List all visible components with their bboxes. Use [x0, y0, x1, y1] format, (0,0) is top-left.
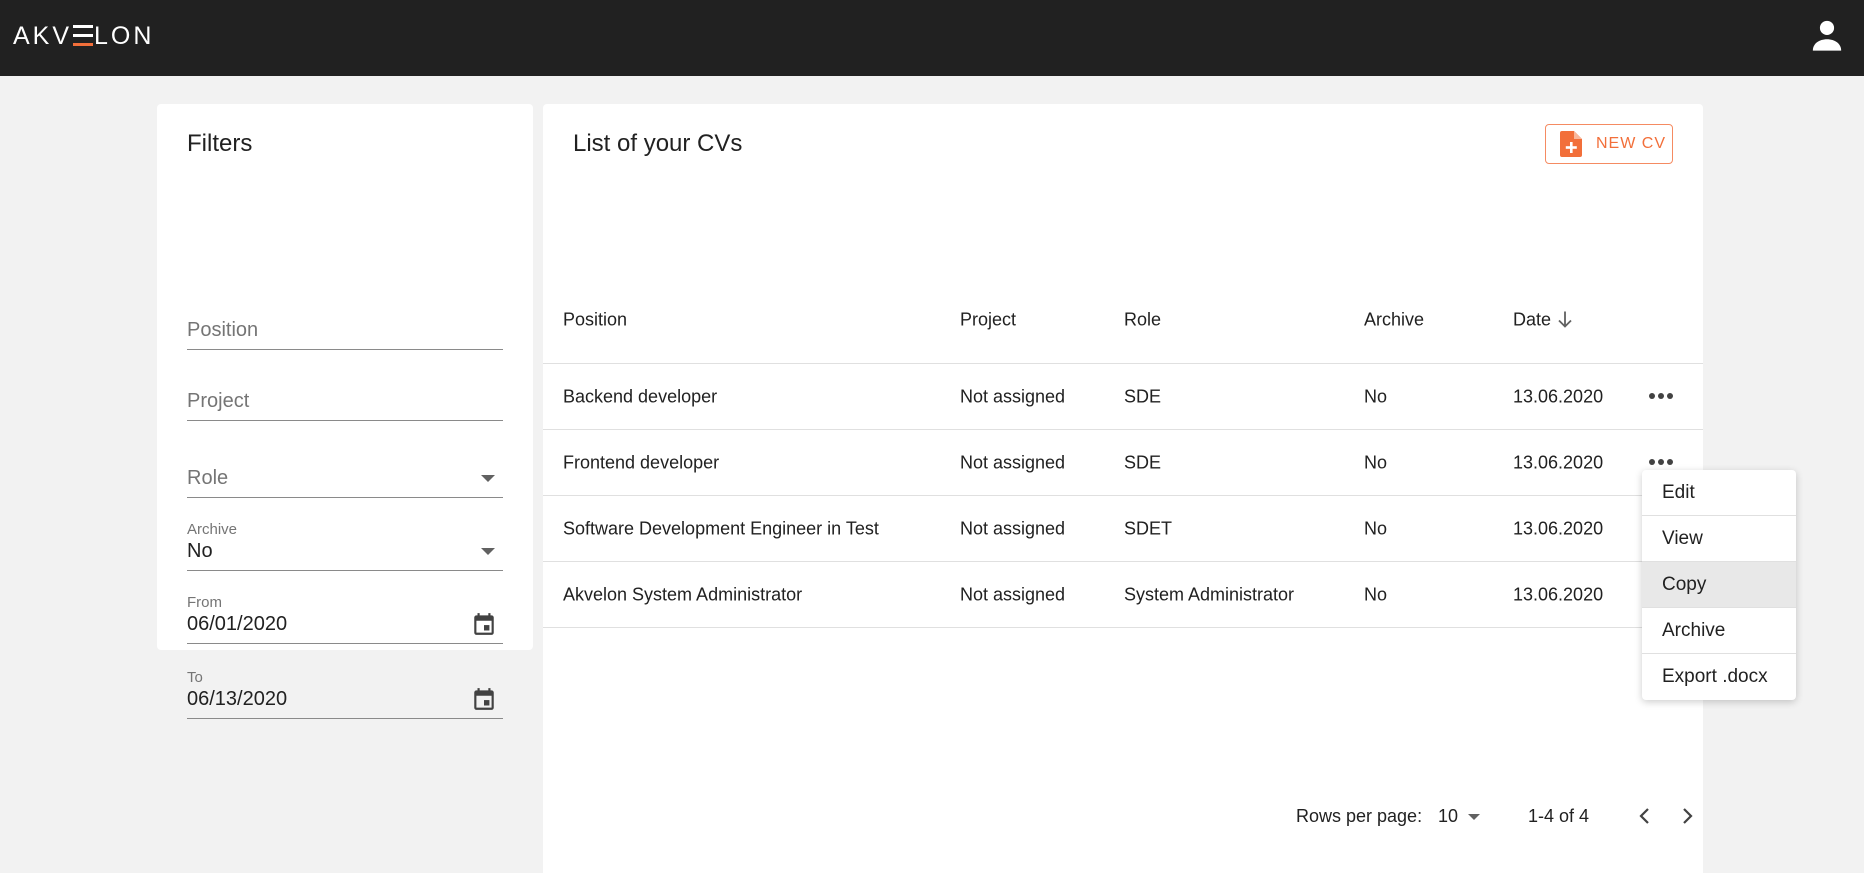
project-filter-input[interactable]: Project — [187, 377, 503, 421]
cell-project: Not assigned — [960, 584, 1066, 604]
cell-archive: No — [1364, 584, 1388, 604]
chevron-down-icon — [481, 548, 495, 555]
chevron-down-icon — [1468, 813, 1481, 820]
role-placeholder: Role — [187, 467, 229, 489]
menu-item-copy[interactable]: Copy — [1642, 562, 1796, 608]
role-filter-select[interactable]: Role — [187, 454, 503, 498]
rows-per-page-label: Rows per page: — [1296, 806, 1423, 826]
to-label: To — [187, 669, 203, 686]
more-actions-icon[interactable] — [1649, 392, 1673, 401]
filters-title: Filters — [187, 130, 253, 157]
cell-archive: No — [1364, 452, 1388, 472]
to-value: 06/13/2020 — [187, 688, 288, 710]
table-row[interactable]: Software Development Engineer in Test No… — [543, 496, 1703, 562]
cv-list-title: List of your CVs — [573, 130, 743, 157]
cell-archive: No — [1364, 386, 1388, 406]
table-header: Position Project Role Archive Date — [543, 276, 1703, 364]
rows-per-page-select[interactable]: 10 — [1438, 806, 1481, 827]
from-value: 06/01/2020 — [187, 613, 288, 635]
position-filter-input[interactable]: Position — [187, 306, 503, 350]
chevron-down-icon — [481, 475, 495, 482]
cell-role: SDE — [1124, 452, 1162, 472]
add-document-icon — [1560, 131, 1582, 157]
column-role[interactable]: Role — [1124, 309, 1161, 330]
cell-project: Not assigned — [960, 452, 1066, 472]
cell-archive: No — [1364, 518, 1388, 538]
cell-date: 13.06.2020 — [1513, 452, 1604, 472]
menu-item-archive[interactable]: Archive — [1642, 608, 1796, 654]
chevron-left-icon[interactable] — [1635, 804, 1655, 828]
rows-per-page-value: 10 — [1438, 806, 1459, 826]
table-row[interactable]: Frontend developer Not assigned SDE No 1… — [543, 430, 1703, 496]
table-row[interactable]: Backend developer Not assigned SDE No 13… — [543, 364, 1703, 430]
cell-project: Not assigned — [960, 386, 1066, 406]
app-header: AKV LON — [0, 0, 1864, 76]
column-date[interactable]: Date — [1513, 309, 1573, 330]
cell-role: System Administrator — [1124, 584, 1295, 604]
cell-role: SDET — [1124, 518, 1173, 538]
calendar-icon[interactable] — [471, 611, 497, 637]
cell-position: Backend developer — [563, 386, 718, 406]
calendar-icon[interactable] — [471, 686, 497, 712]
cell-position: Akvelon System Administrator — [563, 584, 803, 604]
cell-date: 13.06.2020 — [1513, 518, 1604, 538]
cell-date: 13.06.2020 — [1513, 584, 1604, 604]
more-actions-icon[interactable] — [1649, 458, 1673, 467]
column-position[interactable]: Position — [563, 309, 627, 330]
column-project[interactable]: Project — [960, 309, 1016, 330]
position-placeholder: Position — [187, 319, 259, 341]
cell-date: 13.06.2020 — [1513, 386, 1604, 406]
project-placeholder: Project — [187, 390, 250, 412]
cell-position: Frontend developer — [563, 452, 720, 472]
from-label: From — [187, 594, 222, 611]
cell-role: SDE — [1124, 386, 1162, 406]
new-cv-label: NEW CV — [1596, 135, 1666, 152]
chevron-right-icon[interactable] — [1677, 804, 1697, 828]
menu-item-view[interactable]: View — [1642, 516, 1796, 562]
from-date-field[interactable]: From 06/01/2020 — [187, 594, 503, 644]
to-date-field[interactable]: To 06/13/2020 — [187, 669, 503, 719]
new-cv-button[interactable]: NEW CV — [1545, 124, 1673, 164]
cell-project: Not assigned — [960, 518, 1066, 538]
archive-filter-select[interactable]: Archive No — [187, 521, 503, 571]
cell-position: Software Development Engineer in Test — [563, 518, 879, 538]
menu-item-edit[interactable]: Edit — [1642, 470, 1796, 516]
menu-item-export-docx[interactable]: Export .docx — [1642, 654, 1796, 700]
filters-panel: Filters Position Project Role Archive No… — [157, 104, 533, 719]
column-archive[interactable]: Archive — [1364, 309, 1424, 330]
user-icon[interactable] — [1810, 18, 1844, 52]
akvelon-logo[interactable]: AKV LON — [13, 22, 154, 50]
archive-value: No — [187, 540, 213, 562]
pagination-range: 1-4 of 4 — [1528, 806, 1590, 826]
archive-label: Archive — [187, 521, 238, 538]
cv-list-panel: List of your CVs NEW CV Position Project… — [543, 104, 1703, 873]
row-actions-menu: Edit View Copy Archive Export .docx — [1642, 470, 1796, 700]
arrow-down-icon[interactable] — [1557, 310, 1573, 328]
table-row[interactable]: Akvelon System Administrator Not assigne… — [543, 562, 1703, 628]
column-date-label: Date — [1513, 309, 1552, 329]
